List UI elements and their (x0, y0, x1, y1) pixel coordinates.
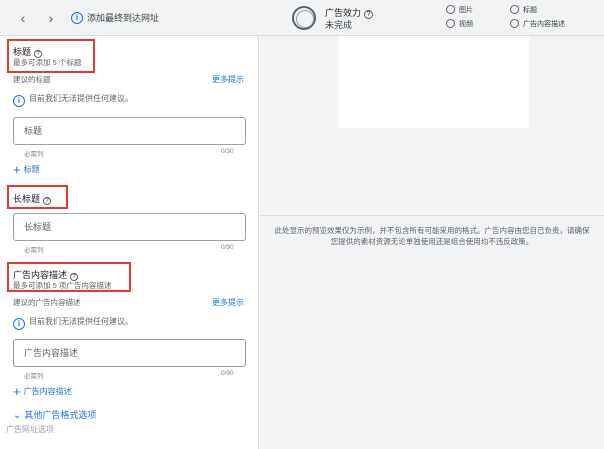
checklist-label: 广告内容描述 (523, 21, 565, 28)
checklist-item-videos: 视频 (446, 19, 473, 29)
char-counter: 0/30 (221, 148, 234, 155)
add-headline-label: 标题 (23, 165, 40, 174)
checklist-label: 标题 (523, 7, 537, 14)
long-headline-input[interactable] (13, 213, 246, 241)
checklist-item-images: 图片 (446, 5, 473, 15)
suggested-descriptions-label: 建议的广告内容描述 (13, 298, 81, 307)
info-icon: i (13, 318, 25, 330)
ad-strength-label: 广告效力 (325, 8, 362, 18)
required-hint: 必需列 (24, 247, 44, 254)
unchecked-circle-icon (510, 19, 519, 28)
asset-form-panel: 标题? 最多可添加 5 个标题 建议的标题 更多提示 i 目前我们无法提供任何建议… (0, 36, 259, 449)
more-tips-link[interactable]: 更多提示 (212, 297, 244, 308)
unchecked-circle-icon (446, 19, 455, 28)
no-suggestion-text: 目前我们无法提供任何建议。 (29, 317, 133, 326)
top-bar: ‹ › i 添加最终到达网址 广告效力? 未完成 图片 标题 视频 广告内容描述 (0, 0, 604, 36)
checklist-item-descriptions: 广告内容描述 (510, 19, 565, 29)
checklist-label: 图片 (459, 7, 473, 14)
help-icon[interactable]: ? (364, 10, 374, 19)
plus-icon: + (13, 162, 21, 177)
chevron-right-icon[interactable]: › (42, 9, 60, 27)
no-suggestion-note: i 目前我们无法提供任何建议。 (13, 93, 133, 107)
url-options-expander[interactable]: 广告网址选项 (6, 424, 54, 435)
info-icon: i (13, 95, 25, 107)
no-suggestion-text: 目前我们无法提供任何建议。 (29, 94, 133, 103)
char-counter: 0/90 (221, 370, 234, 377)
add-description-label: 广告内容描述 (23, 387, 72, 396)
chevron-down-icon: ⌄ (13, 410, 22, 421)
highlight-box (7, 262, 131, 292)
highlight-box (7, 39, 95, 73)
unchecked-circle-icon (510, 5, 519, 14)
required-hint: 必需列 (24, 151, 44, 158)
highlight-box (7, 185, 68, 209)
suggested-headlines-label: 建议的标题 (13, 75, 51, 84)
plus-icon: + (13, 384, 21, 399)
final-url-link[interactable]: 添加最终到达网址 (87, 11, 159, 24)
more-tips-link[interactable]: 更多提示 (212, 74, 244, 85)
ad-preview-panel: 此处显示的预览效果仅为示例，并不包含所有可能采用的格式。广告内容由您自己负责，请… (260, 36, 604, 449)
checklist-label: 视频 (459, 21, 473, 28)
no-suggestion-note: i 目前我们无法提供任何建议。 (13, 316, 133, 330)
info-icon: i (71, 12, 83, 24)
add-headline-button[interactable]: + 标题 (13, 162, 40, 177)
ad-strength-ring-icon (292, 6, 316, 30)
add-description-button[interactable]: + 广告内容描述 (13, 384, 72, 399)
preview-card (339, 36, 529, 128)
ad-strength-status: 未完成 (325, 20, 353, 30)
checklist-item-headlines: 标题 (510, 5, 537, 15)
more-formats-expander[interactable]: ⌄ 其他广告格式选项 (13, 408, 96, 421)
char-counter: 0/90 (221, 244, 234, 251)
description-input[interactable] (13, 339, 246, 367)
required-hint: 必需列 (24, 373, 44, 380)
more-formats-label: 其他广告格式选项 (24, 410, 97, 420)
unchecked-circle-icon (446, 5, 455, 14)
headline-input[interactable] (13, 117, 246, 145)
preview-disclaimer: 此处显示的预览效果仅为示例，并不包含所有可能采用的格式。广告内容由您自己负责，请… (274, 226, 590, 246)
chevron-left-icon[interactable]: ‹ (14, 9, 32, 27)
divider (260, 215, 604, 216)
